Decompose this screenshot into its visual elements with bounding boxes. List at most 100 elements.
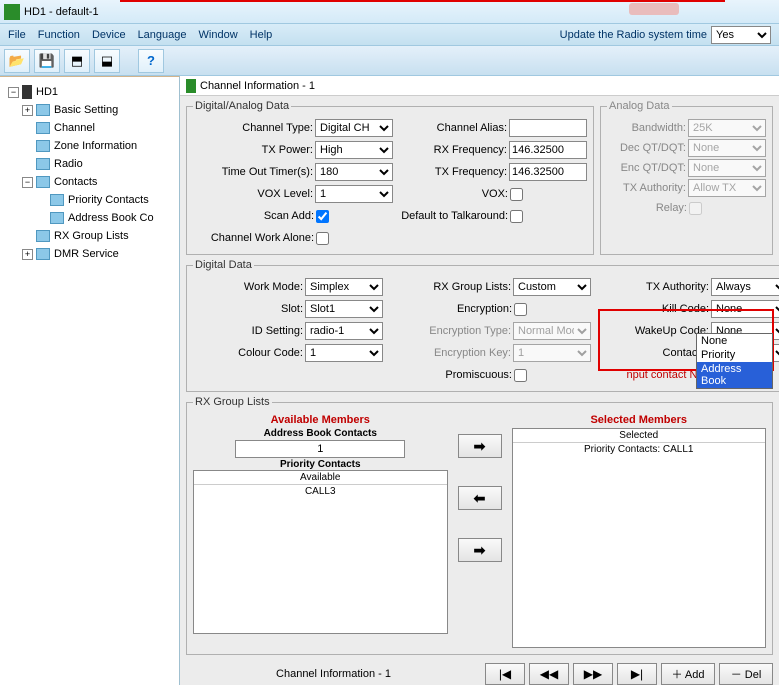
dec-qt-select: None [688,139,766,157]
tree-priority-contacts[interactable]: Priority Contacts [4,191,175,209]
menu-window[interactable]: Window [199,29,238,41]
legend: Analog Data [607,100,672,112]
nav-del-button[interactable]: － Del [719,663,773,685]
digital-fieldset: Digital Data Work Mode:Simplex RX Group … [186,259,779,392]
folder-icon [50,212,64,224]
channel-alias-input[interactable] [509,119,587,137]
slot-select[interactable]: Slot1 [305,300,383,318]
content-panel: Channel Information - 1 Digital/Analog D… [180,76,779,685]
nav-last-button[interactable]: ▶| [617,663,657,685]
update-time-select[interactable]: Yes [711,26,771,44]
available-listbox[interactable]: Available CALL3 [193,470,448,634]
tree-rx-group-lists[interactable]: RX Group Lists [4,227,175,245]
enc-qt-select: None [688,159,766,177]
channel-type-select[interactable]: Digital CH [315,119,393,137]
nav-next-button[interactable]: ▶▶ [573,663,613,685]
add-arrow-button[interactable]: ➡ [458,434,502,458]
encryption-checkbox[interactable] [514,303,527,316]
menubar: File Function Device Language Window Hel… [0,24,779,46]
work-alone-checkbox[interactable] [316,232,329,245]
dropdown-option-address-book[interactable]: Address Book [697,362,772,388]
write-device-button[interactable]: ⬓ [94,49,120,73]
folder-icon [36,122,50,134]
vox-level-select[interactable]: 1 [315,185,393,203]
decor-line [605,0,725,2]
nav-add-button[interactable]: ＋ Add [661,663,715,685]
tree-radio[interactable]: Radio [4,155,175,173]
menu-file[interactable]: File [8,29,26,41]
radio-icon [186,79,196,93]
analog-fieldset: Analog Data Bandwidth:25K Dec QT/DQT:Non… [600,100,773,255]
digital-txauth-select[interactable]: Always [711,278,779,296]
nav-status: Channel Information - 1 [186,668,481,680]
tree-zone-info[interactable]: Zone Information [4,137,175,155]
titlebar: HD1 - default-1 [0,0,779,24]
folder-icon [36,230,50,242]
rx-group-select[interactable]: Custom [513,278,591,296]
kill-code-select[interactable]: None [711,300,779,318]
legend: Digital/Analog Data [193,100,291,112]
tree-channel[interactable]: Channel [4,119,175,137]
work-mode-select[interactable]: Simplex [305,278,383,296]
selected-listbox[interactable]: Selected Priority Contacts: CALL1 [512,428,767,648]
expand-icon[interactable]: + [22,249,33,260]
remove-arrow-button[interactable]: ⬅ [458,486,502,510]
window-title: HD1 - default-1 [24,6,99,18]
tree-panel: − HD1 + Basic Setting Channel Zone Infor… [0,76,180,685]
folder-icon [36,158,50,170]
tree-contacts[interactable]: − Contacts [4,173,175,191]
rx-freq-input[interactable] [509,141,587,159]
folder-icon [36,140,50,152]
collapse-icon[interactable]: − [8,87,19,98]
vox-checkbox[interactable] [510,188,523,201]
folder-icon [50,194,64,206]
radio-icon [22,85,32,99]
scan-add-checkbox[interactable] [316,210,329,223]
save-button[interactable]: 💾 [34,49,60,73]
list-item[interactable]: Priority Contacts: CALL1 [513,443,766,456]
content-title: Channel Information - 1 [180,76,779,96]
add2-arrow-button[interactable]: ➡ [458,538,502,562]
tree-root[interactable]: − HD1 [4,83,175,101]
help-button[interactable]: ? [138,49,164,73]
tree-dmr-service[interactable]: + DMR Service [4,245,175,263]
nav-first-button[interactable]: |◀ [485,663,525,685]
id-setting-select[interactable]: radio-1 [305,322,383,340]
menu-help[interactable]: Help [250,29,273,41]
promiscuous-checkbox[interactable] [514,369,527,382]
menu-device[interactable]: Device [92,29,126,41]
contacts-dropdown-open[interactable]: None Priority Address Book [696,333,773,389]
tree-address-book[interactable]: Address Book Co [4,209,175,227]
tree-basic-setting[interactable]: + Basic Setting [4,101,175,119]
read-device-button[interactable]: ⬒ [64,49,90,73]
toolbar: 📂 💾 ⬒ ⬓ ? [0,46,779,76]
decor-blob [629,3,679,15]
menu-language[interactable]: Language [138,29,187,41]
address-book-label: Address Book Contacts [193,428,448,439]
open-button[interactable]: 📂 [4,49,30,73]
list-item[interactable]: CALL3 [194,485,447,498]
collapse-icon[interactable]: − [22,177,33,188]
main: − HD1 + Basic Setting Channel Zone Infor… [0,76,779,685]
colour-code-select[interactable]: 1 [305,344,383,362]
nav-prev-button[interactable]: ◀◀ [529,663,569,685]
digital-analog-fieldset: Digital/Analog Data Channel Type:Digital… [186,100,594,255]
dropdown-option-none[interactable]: None [697,334,772,348]
update-time-label: Update the Radio system time [560,29,707,41]
menu-function[interactable]: Function [38,29,80,41]
talkaround-checkbox[interactable] [510,210,523,223]
available-members-title: Available Members [193,414,448,426]
dropdown-option-priority[interactable]: Priority [697,348,772,362]
tx-freq-input[interactable] [509,163,587,181]
tx-power-select[interactable]: High [315,141,393,159]
app-icon [4,4,20,20]
folder-icon [36,248,50,260]
expand-icon[interactable]: + [22,105,33,116]
enc-type-select: Normal Mod [513,322,591,340]
analog-txauth-select: Allow TX [688,179,766,197]
relay-checkbox [689,202,702,215]
address-book-input[interactable] [235,440,405,458]
timeout-select[interactable]: 180 [315,163,393,181]
rx-group-fieldset: RX Group Lists Available Members Address… [186,396,773,655]
folder-icon [36,104,50,116]
